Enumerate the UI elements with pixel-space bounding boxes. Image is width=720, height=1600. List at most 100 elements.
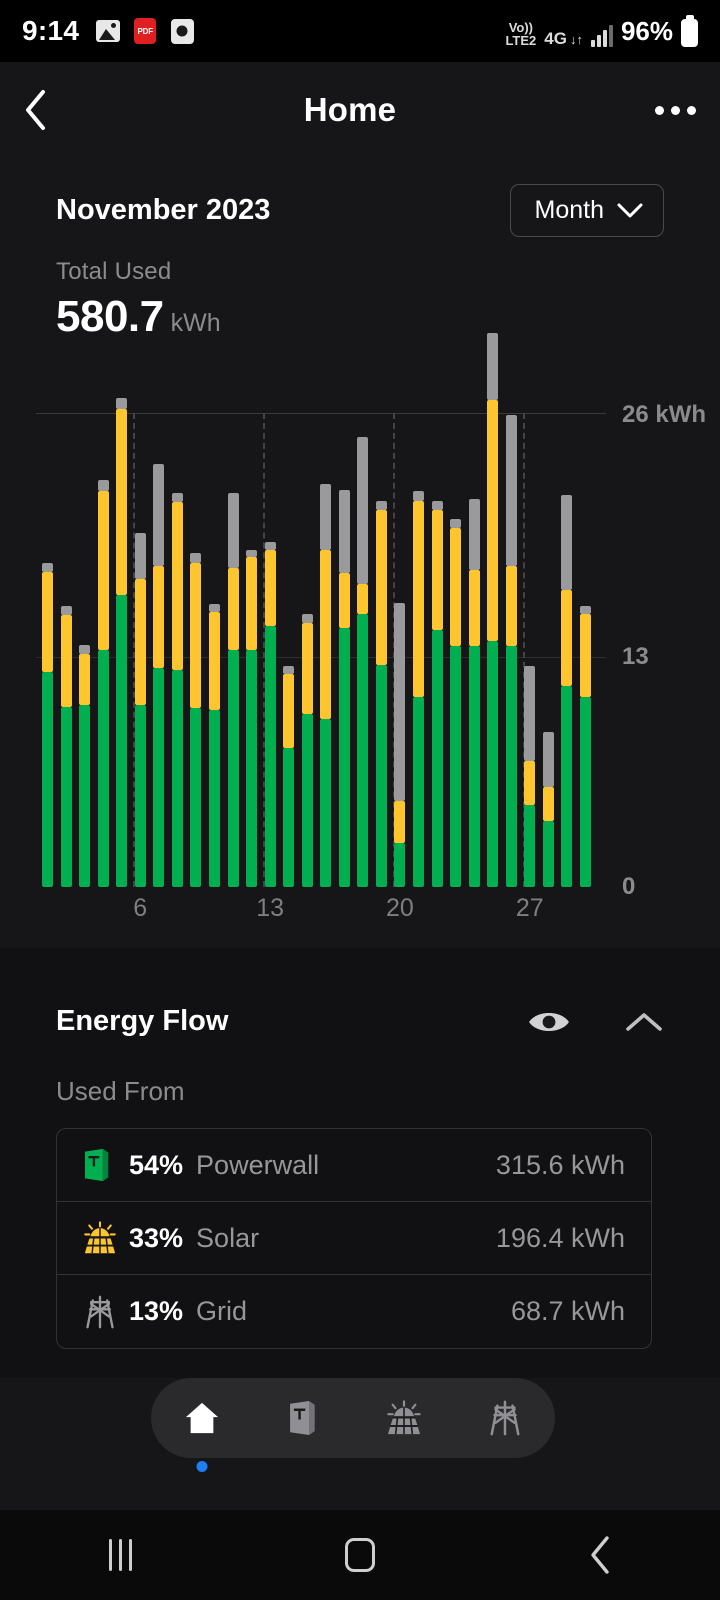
chart-bar[interactable]: [561, 495, 573, 887]
chart-bar[interactable]: [320, 484, 332, 887]
bar-segment-solar: [116, 409, 128, 596]
overflow-menu-button[interactable]: [630, 105, 720, 115]
bar-segment-grid: [264, 542, 276, 550]
back-button[interactable]: [0, 89, 70, 131]
chart-bar[interactable]: [505, 414, 517, 887]
chart-bar[interactable]: [190, 553, 202, 887]
bar-segment-grid: [542, 732, 554, 787]
tab-grid[interactable]: [454, 1378, 555, 1458]
energy-source-row[interactable]: 33% Solar 196.4 kWh: [57, 1202, 651, 1275]
energy-flow-title: Energy Flow: [56, 1005, 229, 1037]
chart-bar[interactable]: [357, 436, 369, 887]
chart-bar[interactable]: [338, 489, 350, 887]
bar-segment-powerwall: [505, 646, 517, 887]
energy-source-row[interactable]: 13% Grid 68.7 kWh: [57, 1275, 651, 1348]
chart-bar[interactable]: [42, 562, 53, 887]
bar-segment-grid: [375, 500, 387, 510]
chart-bar[interactable]: [468, 498, 480, 887]
bar-segment-solar: [524, 761, 536, 805]
chart-bar[interactable]: [171, 493, 183, 887]
chart-bar[interactable]: [301, 613, 313, 887]
chart-bar[interactable]: [579, 606, 591, 887]
bar-segment-powerwall: [450, 646, 462, 887]
chevron-down-icon: [617, 203, 643, 217]
chart-bar[interactable]: [413, 491, 424, 887]
y-tick-0: 0: [622, 873, 636, 900]
bar-segment-solar: [246, 557, 258, 650]
bar-segment-solar: [542, 786, 554, 822]
chart-bars: [42, 332, 612, 887]
network-label: 4G: [544, 28, 567, 48]
bar-segment-grid: [190, 553, 202, 563]
battery-percent-label: 96%: [620, 15, 673, 46]
bar-segment-grid: [487, 332, 499, 401]
month-year-label: November 2023: [56, 193, 271, 226]
bar-segment-solar: [79, 653, 91, 705]
bar-segment-grid: [227, 493, 239, 568]
chart-bar[interactable]: [116, 398, 128, 887]
grid-icon: [86, 1295, 114, 1328]
chart-bar[interactable]: [375, 500, 387, 887]
chart-bar[interactable]: [524, 666, 536, 887]
chart-bar[interactable]: [246, 549, 258, 887]
bar-segment-powerwall: [208, 710, 220, 887]
chart-bar[interactable]: [79, 644, 91, 887]
tab-powerwall[interactable]: [252, 1378, 353, 1458]
bar-segment-grid: [413, 491, 424, 501]
energy-source-percent: 54%: [129, 1149, 184, 1180]
energy-flow-section: Energy Flow Used From 54% Powerwall 315.6 …: [0, 948, 720, 1378]
energy-source-name: Grid: [196, 1296, 248, 1326]
bar-segment-solar: [42, 571, 53, 672]
chart-bar[interactable]: [542, 732, 554, 887]
energy-usage-chart[interactable]: 26 kWh 13 0 6 13 20 27: [0, 332, 720, 945]
android-back-button[interactable]: [480, 1535, 720, 1575]
total-used-unit: kWh: [170, 309, 221, 337]
status-right-cluster: Vo)) LTE2 4G ↓↑ 96%: [505, 16, 698, 47]
chart-plot-area: [36, 332, 606, 887]
chart-bar[interactable]: [431, 500, 443, 887]
data-transfer-arrows-icon: ↓↑: [569, 31, 583, 47]
period-selector-button[interactable]: Month: [509, 183, 664, 237]
chart-bar[interactable]: [394, 602, 406, 887]
chart-bar[interactable]: [487, 332, 499, 887]
chart-bar[interactable]: [97, 480, 109, 887]
eye-icon[interactable]: [526, 1007, 572, 1037]
energy-source-name: Powerwall: [196, 1149, 320, 1180]
chart-bar[interactable]: [134, 533, 146, 887]
bar-segment-grid: [116, 398, 128, 410]
chart-bar[interactable]: [264, 542, 276, 887]
energy-source-row[interactable]: 54% Powerwall 315.6 kWh: [57, 1129, 651, 1202]
chart-bar[interactable]: [450, 518, 462, 887]
energy-source-value: 196.4 kWh: [495, 1222, 625, 1253]
bar-segment-powerwall: [487, 640, 499, 887]
tab-home[interactable]: [151, 1378, 252, 1472]
page-title: Home: [303, 91, 397, 128]
powerwall-icon: [290, 1400, 315, 1436]
tab-solar[interactable]: [353, 1378, 454, 1458]
android-navigation-bar: [0, 1510, 720, 1600]
chart-bar[interactable]: [60, 606, 72, 887]
chevron-up-icon[interactable]: [624, 1010, 664, 1034]
bar-segment-grid: [42, 562, 53, 572]
chart-bar[interactable]: [208, 604, 220, 887]
bar-segment-grid: [171, 493, 183, 503]
status-notification-icons: PDF: [95, 18, 195, 44]
android-home-button[interactable]: [240, 1538, 480, 1572]
chart-x-axis: 6 13 20 27: [36, 894, 606, 934]
more-options-icon: [654, 105, 664, 115]
bar-segment-solar: [450, 527, 462, 647]
bar-segment-powerwall: [542, 821, 554, 887]
bar-segment-powerwall: [283, 748, 295, 887]
chart-bar[interactable]: [227, 493, 239, 887]
bar-segment-powerwall: [190, 708, 202, 887]
bar-segment-grid: [561, 495, 573, 590]
solar-icon: [386, 1400, 421, 1435]
used-from-label: Used From: [56, 1076, 185, 1106]
total-used-value-row: 580.7 kWh: [56, 292, 221, 342]
chart-bar[interactable]: [283, 666, 295, 887]
chart-bar[interactable]: [153, 464, 165, 887]
android-recents-button[interactable]: [0, 1539, 240, 1571]
energy-source-value: 315.6 kWh: [495, 1149, 625, 1180]
back-chevron-icon: [591, 1536, 609, 1574]
bar-segment-grid: [97, 480, 109, 492]
